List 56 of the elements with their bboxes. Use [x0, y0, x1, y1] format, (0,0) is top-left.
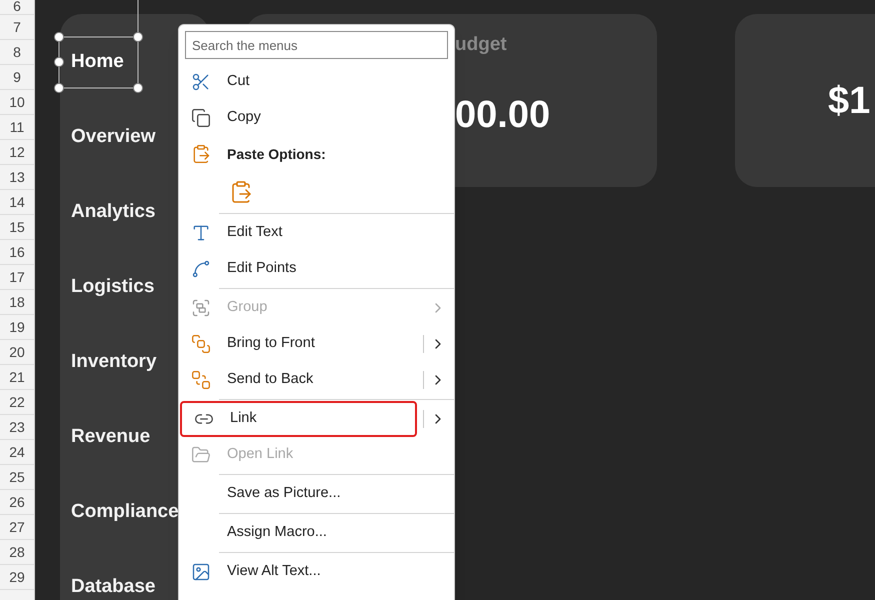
row-number: 24 — [9, 444, 25, 460]
row-number: 23 — [9, 420, 25, 434]
row-number: 15 — [9, 220, 25, 234]
sidebar-item[interactable]: Database — [71, 573, 156, 600]
menu-item[interactable]: Cut — [179, 64, 417, 100]
sidebar-item[interactable]: Revenue — [71, 423, 150, 452]
row-number: 9 — [13, 70, 21, 84]
search-field[interactable]: Search the menus — [185, 31, 448, 59]
scissors-icon — [191, 72, 211, 92]
text-box-icon — [191, 223, 211, 243]
folder-icon — [191, 445, 211, 465]
menu-item[interactable]: Assign Macro... — [179, 515, 417, 551]
row-number: 7 — [13, 20, 21, 34]
card-value: 00.00 — [455, 96, 552, 134]
menu-item[interactable]: View Alt Text... — [179, 554, 417, 590]
row-number: 6 — [13, 0, 21, 14]
row-number: 14 — [9, 194, 25, 210]
card-title: udget — [455, 33, 508, 57]
row-number: 28 — [9, 544, 25, 560]
menu-item[interactable]: Link — [180, 401, 417, 437]
row-number: 27 — [9, 520, 25, 534]
row-number: 26 — [9, 494, 25, 510]
row-number: 11 — [10, 120, 24, 134]
sidebar-item[interactable]: Overview — [71, 123, 156, 152]
row-number: 17 — [9, 270, 25, 284]
send-to-back-icon — [191, 370, 211, 390]
menu-item[interactable]: Copy — [179, 100, 417, 136]
row-number: 10 — [9, 94, 25, 110]
sidebar-item[interactable]: Compliance — [71, 498, 179, 527]
menu-item[interactable]: Bring to Front — [179, 326, 417, 362]
row-number: 21 — [9, 370, 25, 384]
row-number: 25 — [9, 470, 25, 484]
sidebar-item[interactable]: Analytics — [71, 198, 156, 227]
row-number: 13 — [9, 170, 25, 184]
row-number: 18 — [9, 294, 25, 310]
row-number: 29 — [9, 570, 25, 584]
card-value: $1 — [828, 82, 870, 120]
menu-item[interactable]: Save as Picture... — [179, 476, 417, 512]
menu-item[interactable]: Edit Points — [179, 251, 417, 287]
clipboard-icon — [191, 144, 211, 164]
bring-to-front-icon — [191, 334, 211, 354]
row-number: 19 — [9, 320, 25, 334]
image-icon — [191, 562, 211, 582]
menu-item[interactable]: Send to Back — [179, 362, 417, 398]
copy-icon — [191, 108, 211, 128]
sidebar-item[interactable]: Logistics — [71, 273, 154, 302]
row-number: 20 — [9, 344, 25, 360]
group-icon — [191, 298, 211, 318]
row-number: 12 — [9, 144, 25, 160]
menu-item[interactable]: Edit Text — [179, 215, 417, 251]
edit-points-icon — [191, 259, 211, 279]
menu-section-header: Paste Options: — [227, 144, 326, 164]
row-number: 22 — [9, 394, 25, 410]
row-number: 16 — [9, 244, 25, 260]
row-number: 8 — [13, 44, 21, 60]
sidebar-item[interactable]: Inventory — [71, 348, 157, 377]
